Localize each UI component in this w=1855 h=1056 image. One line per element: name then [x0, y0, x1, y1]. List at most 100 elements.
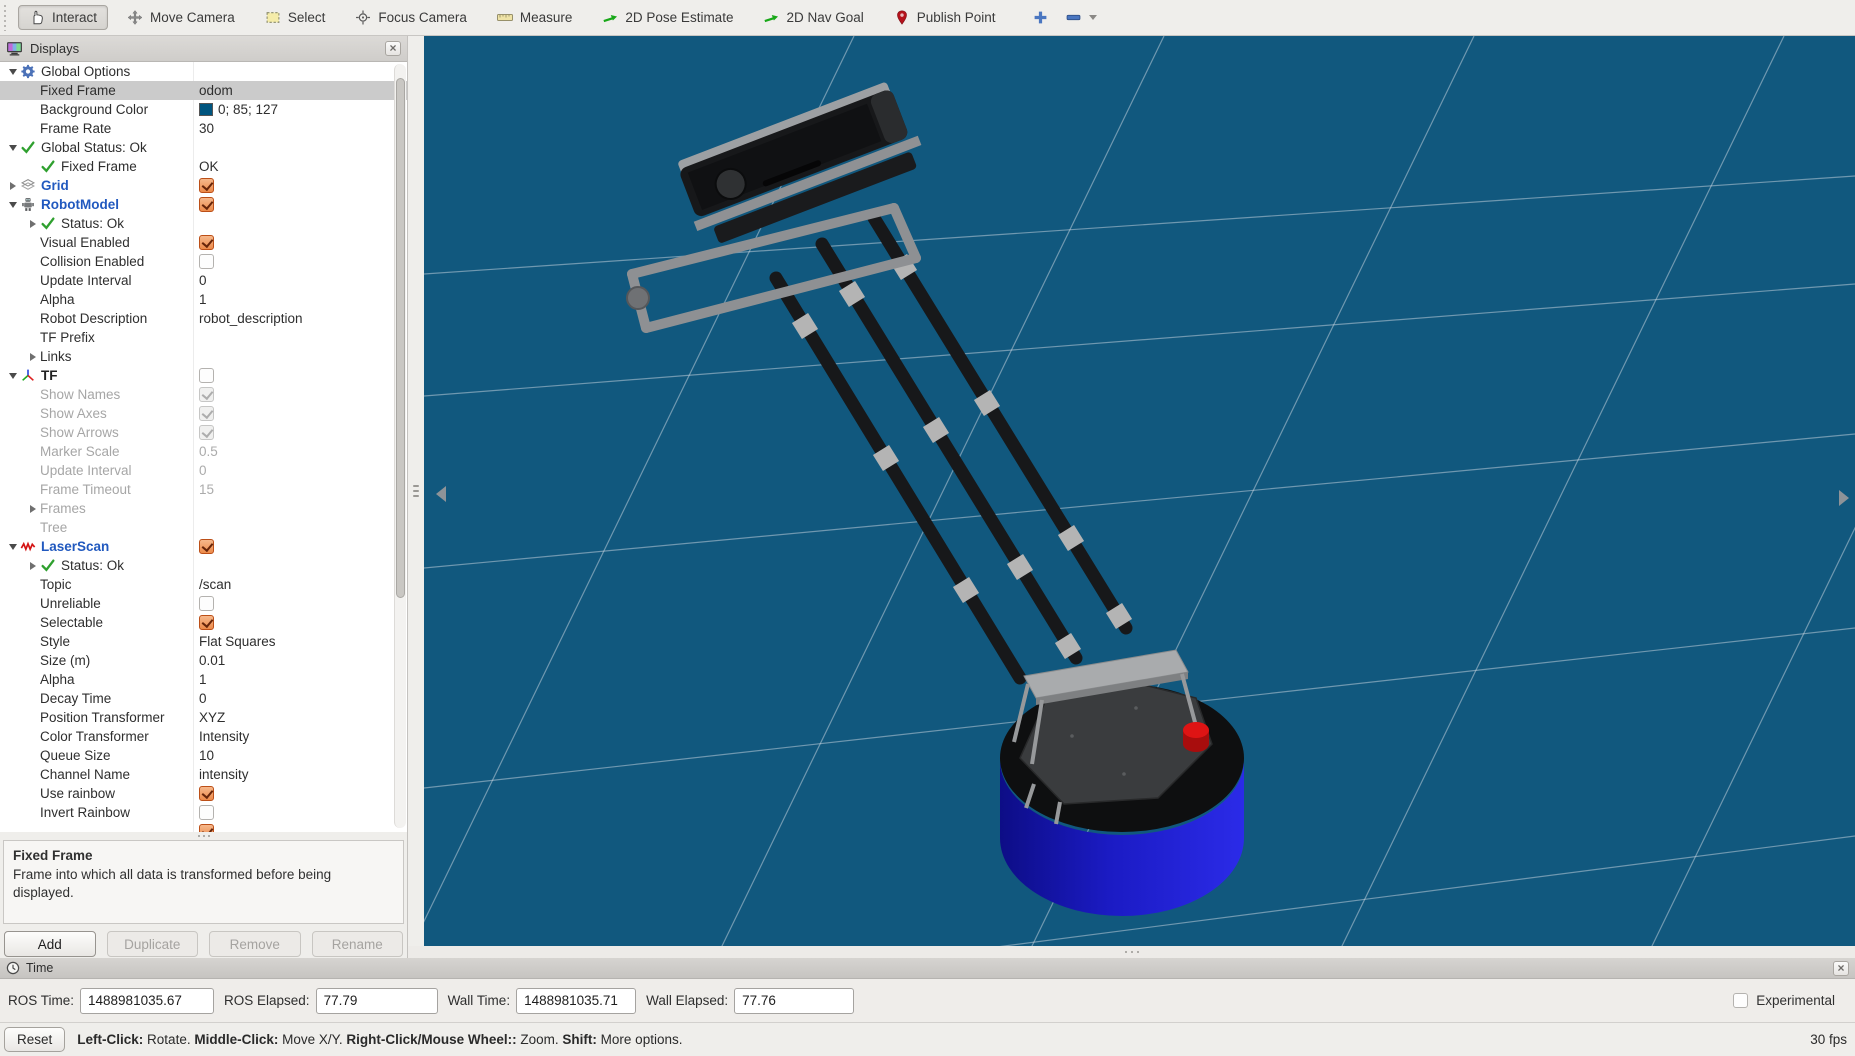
- collapse-right-dock-arrow-icon[interactable]: [1839, 490, 1849, 506]
- experimental-checkbox[interactable]: [1733, 993, 1749, 1008]
- tool-2d-pose-estimate[interactable]: 2D Pose Estimate: [591, 5, 744, 30]
- tree-row-queue-size[interactable]: Queue Size 10: [0, 746, 407, 765]
- expand-triangle-icon[interactable]: [6, 68, 20, 75]
- expand-triangle-icon[interactable]: [6, 201, 20, 208]
- tree-row-value[interactable]: 0: [199, 691, 207, 706]
- checkbox[interactable]: [199, 197, 214, 212]
- displays-panel-titlebar[interactable]: Displays ×: [0, 36, 407, 62]
- tree-row-global-status-ok[interactable]: Global Status: Ok: [0, 138, 407, 157]
- close-icon[interactable]: ×: [385, 41, 401, 56]
- tree-row-show-axes[interactable]: Show Axes: [0, 404, 407, 423]
- render-viewport[interactable]: [424, 36, 1855, 946]
- tree-row-decay-time[interactable]: Decay Time 0: [0, 689, 407, 708]
- tool-interact[interactable]: Interact: [18, 5, 109, 30]
- tool-publish-point[interactable]: Publish Point: [883, 5, 1007, 30]
- tree-row-value[interactable]: 0: [199, 463, 207, 478]
- tool-select[interactable]: Select: [254, 5, 337, 30]
- tree-row-status-ok[interactable]: Status: Ok: [0, 556, 407, 575]
- tree-row-value[interactable]: 0: [199, 273, 207, 288]
- checkbox[interactable]: [199, 387, 214, 402]
- checkbox[interactable]: [199, 824, 214, 832]
- tree-row-global-options[interactable]: Global Options: [0, 62, 407, 81]
- tree-row-background-color[interactable]: Background Color 0; 85; 127: [0, 100, 407, 119]
- tree-row-value[interactable]: [199, 197, 214, 212]
- checkbox[interactable]: [199, 406, 214, 421]
- tree-row-visual-enabled[interactable]: Visual Enabled: [0, 233, 407, 252]
- caret-down-icon[interactable]: [1088, 15, 1097, 20]
- tree-row-selectable[interactable]: Selectable: [0, 613, 407, 632]
- tree-row-topic[interactable]: Topic/scan: [0, 575, 407, 594]
- tree-row-value[interactable]: [199, 596, 214, 611]
- tree-row-collision-enabled[interactable]: Collision Enabled: [0, 252, 407, 271]
- tree-row-value[interactable]: 30: [199, 121, 214, 136]
- tree-row-laserscan[interactable]: LaserScan: [0, 537, 407, 556]
- tree-row-fixed-frame[interactable]: Fixed Frame odom: [0, 81, 407, 100]
- tool-move-camera[interactable]: Move Camera: [116, 5, 246, 30]
- tree-row-value[interactable]: [199, 406, 214, 421]
- tool-2d-nav-goal[interactable]: 2D Nav Goal: [752, 5, 874, 30]
- add-tool-button[interactable]: [1033, 10, 1048, 25]
- tree-row-value[interactable]: 1: [199, 672, 207, 687]
- tree-row-value[interactable]: [199, 786, 214, 801]
- tree-row-value[interactable]: [199, 235, 214, 250]
- tree-row-update-interval[interactable]: Update Interval 0: [0, 461, 407, 480]
- tree-row-alpha[interactable]: Alpha 1: [0, 670, 407, 689]
- expand-triangle-icon[interactable]: [6, 144, 20, 151]
- tree-row-value[interactable]: 15: [199, 482, 214, 497]
- tree-row-tf[interactable]: TF: [0, 366, 407, 385]
- add-button[interactable]: Add: [4, 931, 96, 957]
- tree-row-value[interactable]: [199, 539, 214, 554]
- time-panel-titlebar[interactable]: Time ×: [0, 958, 1855, 979]
- tree-row-value[interactable]: Intensity: [199, 729, 249, 744]
- checkbox[interactable]: [199, 178, 214, 193]
- tree-row-value[interactable]: [199, 254, 214, 269]
- tree-row-alpha[interactable]: Alpha 1: [0, 290, 407, 309]
- tree-row-frame-timeout[interactable]: Frame Timeout 15: [0, 480, 407, 499]
- close-icon[interactable]: ×: [1833, 960, 1849, 976]
- collapse-triangle-icon[interactable]: [6, 181, 20, 190]
- collapse-triangle-icon[interactable]: [26, 352, 40, 361]
- time-field-input[interactable]: 1488981035.71: [516, 987, 637, 1014]
- tree-row-channel-name[interactable]: Channel Name intensity: [0, 765, 407, 784]
- tree-row-frame-rate[interactable]: Frame Rate 30: [0, 119, 407, 138]
- dock-splitter[interactable]: [408, 36, 424, 946]
- checkbox[interactable]: [199, 786, 214, 801]
- tree-row-status-ok[interactable]: Status: Ok: [0, 214, 407, 233]
- tree-row-tree[interactable]: Tree: [0, 518, 407, 537]
- tree-row-invert-rainbow[interactable]: Invert Rainbow: [0, 803, 407, 822]
- checkbox[interactable]: [199, 805, 214, 820]
- tree-row-value[interactable]: odom: [199, 83, 233, 98]
- checkbox[interactable]: [199, 539, 214, 554]
- tree-row-tf-prefix[interactable]: TF Prefix: [0, 328, 407, 347]
- remove-tool-button[interactable]: [1066, 10, 1097, 25]
- checkbox[interactable]: [199, 368, 214, 383]
- time-field-input[interactable]: 77.79: [315, 987, 438, 1014]
- expand-triangle-icon[interactable]: [6, 372, 20, 379]
- time-field-input[interactable]: 77.76: [734, 987, 855, 1014]
- tree-scrollbar[interactable]: [394, 64, 406, 828]
- toolbar-drag-handle[interactable]: [2, 4, 10, 31]
- tree-row-style[interactable]: Style Flat Squares: [0, 632, 407, 651]
- tree-row-value[interactable]: robot_description: [199, 311, 303, 326]
- tree-row-color-transformer[interactable]: Color Transformer Intensity: [0, 727, 407, 746]
- tree-row-marker-scale[interactable]: Marker Scale 0.5: [0, 442, 407, 461]
- tree-row-value[interactable]: [199, 805, 214, 820]
- tree-row-value[interactable]: XYZ: [199, 710, 225, 725]
- collapse-triangle-icon[interactable]: [26, 219, 40, 228]
- tree-row-size-m[interactable]: Size (m) 0.01: [0, 651, 407, 670]
- tree-row-value[interactable]: [199, 387, 214, 402]
- expand-triangle-icon[interactable]: [6, 543, 20, 550]
- tree-row-value[interactable]: Flat Squares: [199, 634, 276, 649]
- tool-focus-camera[interactable]: Focus Camera: [344, 5, 478, 30]
- checkbox[interactable]: [199, 615, 214, 630]
- help-splitter[interactable]: [0, 832, 407, 840]
- tree-row-row[interactable]: [0, 822, 407, 832]
- tree-row-fixed-frame[interactable]: Fixed Frame OK: [0, 157, 407, 176]
- tree-row-value[interactable]: 1: [199, 292, 207, 307]
- checkbox[interactable]: [199, 254, 214, 269]
- tree-row-frames[interactable]: Frames: [0, 499, 407, 518]
- tree-row-value[interactable]: intensity: [199, 767, 249, 782]
- tree-row-links[interactable]: Links: [0, 347, 407, 366]
- time-field-input[interactable]: 1488981035.67: [80, 987, 215, 1014]
- tree-row-value[interactable]: OK: [199, 159, 219, 174]
